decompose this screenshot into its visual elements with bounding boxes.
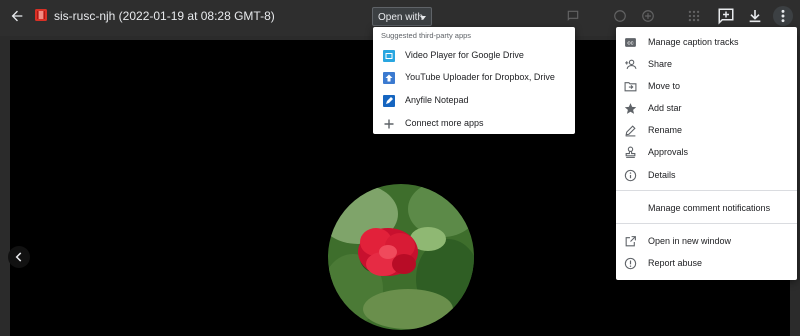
menu-item-details[interactable]: Details (616, 164, 797, 186)
menu-item-label: Move to (648, 81, 681, 91)
open-with-item-label: Anyfile Notepad (405, 95, 469, 105)
closed-caption-icon: CC (624, 36, 637, 49)
flower-photo (328, 184, 474, 330)
more-vert-icon[interactable] (773, 6, 793, 26)
menu-item-open-in-new-window[interactable]: Open in new window (616, 230, 797, 252)
menu-item-label: Share (648, 59, 673, 69)
menu-item-add-star[interactable]: Add star (616, 97, 797, 119)
menu-item-label: Manage caption tracks (648, 37, 739, 47)
move-to-folder-icon (624, 80, 637, 93)
plus-icon (383, 118, 395, 130)
zoom-icon (613, 9, 627, 28)
chevron-left-icon[interactable] (8, 246, 30, 268)
open-with-item-label: YouTube Uploader for Dropbox, Drive (405, 72, 555, 82)
pencil-icon (624, 124, 637, 137)
connect-more-apps[interactable]: Connect more apps (373, 113, 575, 135)
menu-divider (616, 223, 797, 224)
person-add-icon (624, 58, 637, 71)
comment-icon (566, 9, 580, 28)
open-with-menu-header: Suggested third-party apps (381, 31, 472, 40)
back-arrow-icon[interactable] (6, 5, 28, 27)
menu-item-label: Manage comment notifications (648, 203, 771, 213)
open-with-menu: Suggested third-party apps Video Player … (373, 27, 575, 134)
svg-text:CC: CC (627, 40, 633, 45)
menu-item-label: Open in new window (648, 236, 732, 246)
open-with-item-label: Video Player for Google Drive (405, 50, 524, 60)
menu-item-approvals[interactable]: Approvals (616, 141, 797, 163)
apps-grid-icon (687, 9, 701, 28)
add-comment-icon[interactable] (716, 6, 736, 26)
menu-item-label: Details (648, 170, 676, 180)
video-file-icon (35, 9, 47, 21)
menu-item-label: Report abuse (648, 258, 703, 268)
add-icon (641, 9, 655, 28)
open-with-label: Open with (378, 12, 424, 23)
anyfile-notepad-app-icon (383, 95, 395, 107)
video-player-app-icon (383, 50, 395, 62)
open-with-item-youtube-uploader[interactable]: YouTube Uploader for Dropbox, Drive (373, 67, 575, 89)
report-icon (624, 257, 637, 270)
menu-item-label: Rename (648, 125, 683, 135)
download-icon[interactable] (745, 6, 765, 26)
menu-item-report-abuse[interactable]: Report abuse (616, 252, 797, 274)
menu-item-manage-caption-tracks[interactable]: CC Manage caption tracks (616, 31, 797, 53)
caret-down-icon (420, 16, 426, 20)
menu-item-manage-comment-notifications[interactable]: Manage comment notifications (616, 197, 797, 219)
menu-divider (616, 190, 797, 191)
menu-item-rename[interactable]: Rename (616, 119, 797, 141)
file-title: sis-rusc-njh (2022-01-19 at 08:28 GMT-8) (54, 9, 275, 23)
menu-item-label: Approvals (648, 147, 689, 157)
stamp-icon (624, 146, 637, 159)
youtube-uploader-app-icon (383, 72, 395, 84)
more-actions-menu: CC Manage caption tracks Share Move to A… (616, 27, 797, 280)
open-in-new-icon (624, 235, 637, 248)
info-icon (624, 169, 637, 182)
menu-item-move-to[interactable]: Move to (616, 75, 797, 97)
open-with-item-video-player[interactable]: Video Player for Google Drive (373, 45, 575, 67)
open-with-button[interactable]: Open with (372, 7, 432, 26)
menu-item-label: Add star (648, 103, 682, 113)
menu-item-share[interactable]: Share (616, 53, 797, 75)
star-icon (624, 102, 637, 115)
open-with-item-label: Connect more apps (405, 118, 484, 128)
open-with-item-anyfile-notepad[interactable]: Anyfile Notepad (373, 90, 575, 112)
